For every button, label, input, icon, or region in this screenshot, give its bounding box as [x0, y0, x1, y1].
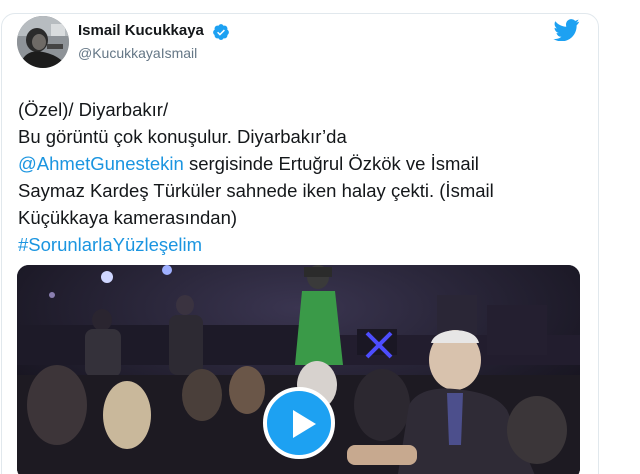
tweet-line-2: Bu görüntü çok konuşulur. Diyarbakır’da [18, 123, 588, 150]
tweet-line-4: Saymaz Kardeş Türküler sahnede iken hala… [18, 177, 588, 204]
tweet-line-3: @AhmetGunestekin sergisinde Ertuğrul Özk… [18, 150, 588, 177]
tweet-text-segment: (Özel)/ Diyarbakır/ [18, 99, 169, 120]
hashtag-link[interactable]: #SorunlarlaYüzleşelim [18, 234, 202, 255]
tweet-text: (Özel)/ Diyarbakır/ Bu görüntü çok konuş… [18, 96, 588, 258]
cropped-text-strip [0, 0, 640, 5]
avatar-photo [17, 16, 69, 68]
tweet-line-1: (Özel)/ Diyarbakır/ [18, 96, 588, 123]
author-handle[interactable]: @KucukkayaIsmail [78, 44, 197, 62]
tweet-text-segment: sergisinde Ertuğrul Özkök ve İsmail [183, 153, 479, 174]
tweet-text-segment: Saymaz Kardeş Türküler sahnede iken hala… [18, 180, 494, 201]
play-icon [293, 410, 316, 438]
verified-badge-icon [213, 24, 229, 40]
author-display-name[interactable]: Ismail Kucukkaya [78, 22, 204, 40]
page: Ismail Kucukkaya @KucukkayaIsmail (Özel)… [0, 0, 640, 474]
tweet-line-5: Küçükkaya kamerasından) [18, 204, 588, 231]
twitter-bird-icon[interactable] [553, 19, 580, 41]
mention-link[interactable]: @AhmetGunestekin [18, 153, 184, 174]
tweet-text-segment: Bu görüntü çok konuşulur. Diyarbakır’da [18, 126, 347, 147]
tweet-line-6: #SorunlarlaYüzleşelim [18, 231, 588, 258]
avatar[interactable] [17, 16, 69, 68]
play-button[interactable] [263, 387, 335, 459]
tweet-text-segment: Küçükkaya kamerasından) [18, 207, 238, 228]
